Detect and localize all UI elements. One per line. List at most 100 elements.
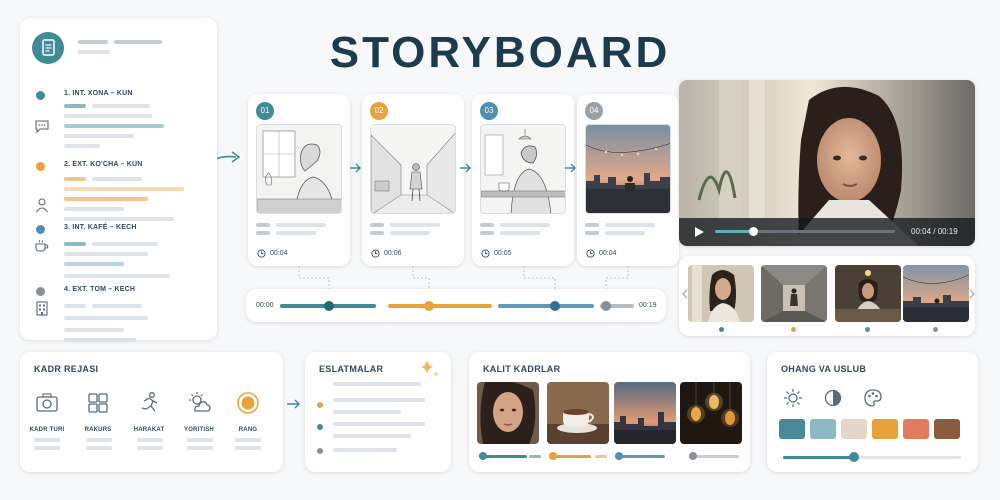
shot-option-label: KADR TURI — [29, 427, 65, 433]
storyboard-frame-3[interactable]: 03 00:05 — [472, 94, 574, 266]
key-frames-panel: KALIT KADRLAR — [469, 352, 750, 472]
notes-panel: ESLATMALAR — [305, 352, 451, 472]
sparkle-icon — [421, 360, 439, 377]
color-swatch[interactable] — [810, 419, 836, 439]
grid-icon — [88, 393, 108, 413]
shot-option-color[interactable]: RANG — [223, 390, 273, 433]
key-frame-image[interactable] — [614, 382, 676, 444]
frame-number-badge: 02 — [370, 102, 388, 120]
sun-icon[interactable] — [783, 388, 803, 408]
key-frame-marker[interactable] — [689, 452, 697, 460]
timeline-marker[interactable] — [424, 301, 434, 311]
shot-plan-panel: KADR REJASI KADR TURI RAKURS HARAKAT YOR… — [20, 352, 283, 472]
key-frame-image[interactable] — [547, 382, 609, 444]
running-person-icon — [141, 392, 158, 412]
palette-icon[interactable] — [863, 388, 883, 408]
frame-duration: 00:04 — [270, 250, 288, 257]
video-frame-image — [679, 80, 975, 246]
color-swatch[interactable] — [841, 419, 867, 439]
storyboard-frame-2[interactable]: 02 00:06 — [362, 94, 464, 266]
timeline-marker[interactable] — [324, 301, 334, 311]
coffee-cup-icon — [35, 239, 49, 252]
shot-option-lighting[interactable]: YORITISH — [174, 390, 224, 433]
frame-number-badge: 01 — [256, 102, 274, 120]
frame-duration: 00:04 — [599, 250, 617, 257]
thumbnail-image[interactable] — [903, 265, 969, 322]
play-icon[interactable] — [693, 226, 705, 238]
thumbnail-indicator-dot[interactable] — [933, 327, 938, 332]
chevron-right-icon[interactable] — [969, 289, 975, 299]
card-title: KALIT KADRLAR — [483, 364, 561, 374]
color-circle-icon — [237, 392, 259, 414]
style-slider-knob[interactable] — [849, 452, 860, 462]
clock-icon — [257, 249, 266, 258]
key-frame-marker[interactable] — [479, 452, 487, 460]
player-scrubber-knob[interactable] — [748, 227, 758, 236]
frame-sketch-image — [370, 124, 456, 214]
player-progress-fill — [715, 230, 753, 233]
note-bullet — [317, 402, 323, 408]
clock-icon — [371, 249, 380, 258]
storyboard-frame-4[interactable]: 04 00:04 — [577, 94, 679, 266]
style-slider-track[interactable] — [783, 456, 961, 459]
card-title: KADR REJASI — [34, 364, 99, 374]
key-frame-marker[interactable] — [549, 452, 557, 460]
scene-color-dot — [36, 162, 45, 171]
player-progress-track[interactable] — [715, 230, 895, 233]
style-slider-fill — [783, 456, 855, 459]
note-bullet — [317, 424, 323, 430]
color-swatch[interactable] — [903, 419, 929, 439]
shot-option-type[interactable]: KADR TURI — [22, 390, 72, 433]
clock-icon — [481, 249, 490, 258]
key-frame-image[interactable] — [680, 382, 742, 444]
player-time: 00:04 / 00:19 — [911, 227, 958, 236]
sun-cloud-icon — [189, 392, 211, 412]
document-icon — [32, 32, 64, 64]
shot-option-label: HARAKAT — [133, 427, 165, 433]
color-swatch[interactable] — [934, 419, 960, 439]
timeline-start-time: 00:00 — [256, 302, 274, 309]
shot-option-label: RAKURS — [84, 427, 112, 433]
shot-option-label: YORITISH — [184, 427, 214, 433]
scene-label: 4. EXT. TOM – KECH — [64, 286, 136, 293]
timeline-segment-2[interactable] — [388, 304, 492, 308]
note-bullet — [317, 448, 323, 454]
arrow-right-icon — [350, 163, 361, 173]
frame-number-badge: 04 — [585, 102, 603, 120]
thumbnail-strip — [679, 256, 975, 336]
frame-sketch-image — [256, 124, 342, 214]
chat-bubble-icon — [35, 120, 49, 134]
camera-icon — [36, 393, 58, 412]
video-preview-player[interactable]: 00:04 / 00:19 — [679, 80, 975, 246]
storyboard-frame-1[interactable]: 01 00:04 — [248, 94, 350, 266]
timeline-end-time: 00:19 — [639, 302, 657, 309]
scene-color-dot — [36, 287, 45, 296]
thumbnail-indicator-dot[interactable] — [865, 327, 870, 332]
color-swatch[interactable] — [779, 419, 805, 439]
color-swatch[interactable] — [872, 419, 898, 439]
thumbnail-indicator-dot[interactable] — [791, 327, 796, 332]
frame-sketch-image — [480, 124, 566, 214]
frame-number-badge: 03 — [480, 102, 498, 120]
thumbnail-image[interactable] — [761, 265, 827, 322]
card-title: OHANG VA USLUB — [781, 364, 867, 374]
contrast-icon[interactable] — [823, 388, 843, 408]
shot-option-motion[interactable]: HARAKAT — [124, 390, 174, 433]
key-frame-image[interactable] — [477, 382, 539, 444]
thumbnail-image[interactable] — [835, 265, 901, 322]
scene-color-dot — [36, 225, 45, 234]
person-icon — [36, 198, 48, 213]
timeline-segment-3[interactable] — [498, 304, 594, 308]
key-frame-marker[interactable] — [615, 452, 623, 460]
tone-style-panel: OHANG VA USLUB — [767, 352, 978, 472]
timeline-bar[interactable]: 00:00 00:19 — [246, 289, 666, 322]
timeline-marker[interactable] — [601, 301, 611, 311]
thumbnail-image[interactable] — [688, 265, 754, 322]
shot-option-label: RANG — [238, 427, 258, 433]
thumbnail-indicator-dot[interactable] — [719, 327, 724, 332]
clock-icon — [586, 249, 595, 258]
arrow-right-icon — [460, 163, 471, 173]
timeline-marker[interactable] — [550, 301, 560, 311]
building-icon — [36, 301, 48, 316]
shot-option-angle[interactable]: RAKURS — [73, 390, 123, 433]
